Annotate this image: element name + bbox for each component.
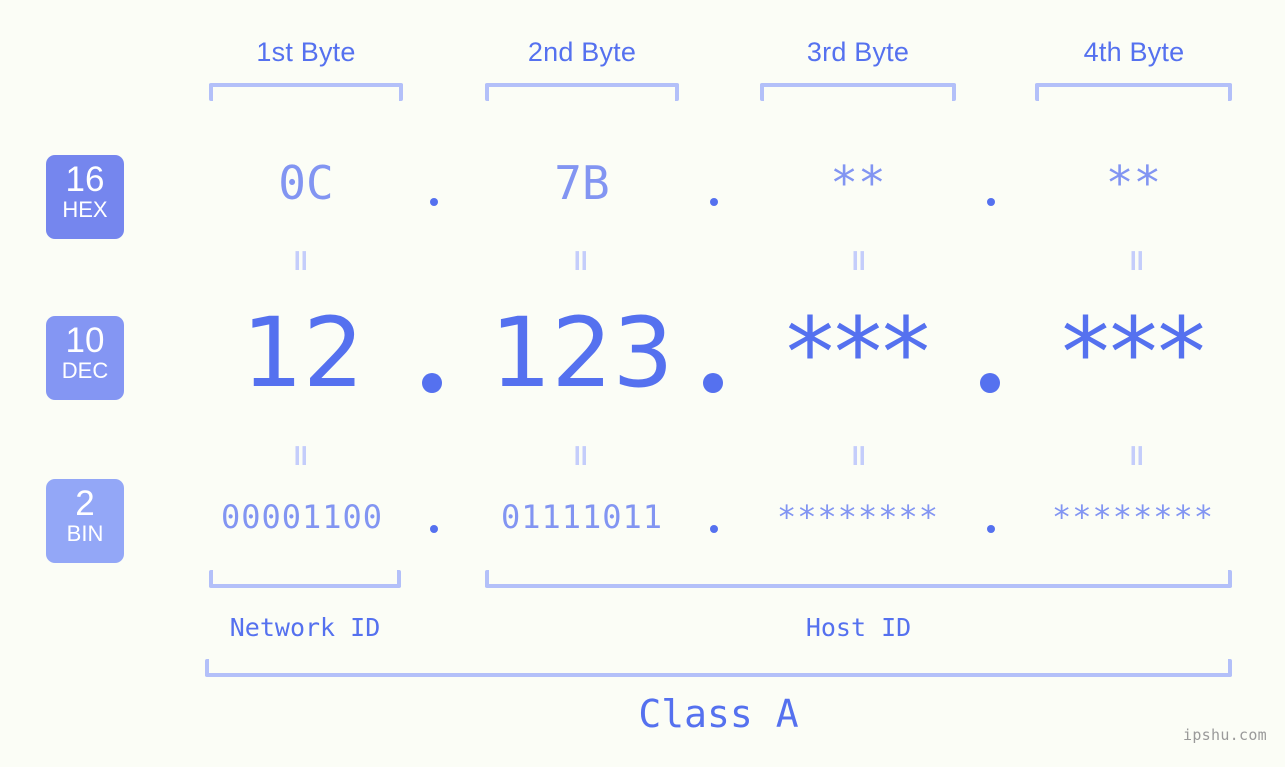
base-badge-hex-number: 16 <box>65 160 105 199</box>
base-badge-dec-abbr: DEC <box>61 358 109 383</box>
base-badge-bin-number: 2 <box>75 484 95 523</box>
bin-separator-dot-2 <box>710 525 718 533</box>
hex-value-byte-4: ** <box>1105 156 1162 210</box>
base-badge-bin-abbr: BIN <box>66 521 104 546</box>
byte-header-label-2: 2nd Byte <box>527 37 637 67</box>
dec-separator-dot-2 <box>703 373 723 393</box>
host-id-label: Host ID <box>805 613 912 642</box>
host-id-bracket <box>485 570 1232 588</box>
dec-value-byte-4: *** <box>1061 297 1206 409</box>
network-id-label: Network ID <box>229 613 381 642</box>
bin-value-byte-1: 00001100 <box>220 498 384 536</box>
dec-value-byte-1: 12 <box>241 297 365 409</box>
hex-separator-dot-3 <box>987 198 995 206</box>
equals-mark-dec-bin-3: = <box>841 443 876 469</box>
dec-separator-dot-3 <box>980 373 1000 393</box>
base-badge-bin: 2 BIN <box>46 479 124 563</box>
byte-bracket-3 <box>760 83 956 101</box>
equals-mark-dec-bin-1: = <box>283 443 318 469</box>
byte-header-label-3: 3rd Byte <box>806 37 910 67</box>
dec-value-byte-2: 123 <box>490 297 674 409</box>
bin-separator-dot-3 <box>987 525 995 533</box>
hex-separator-dot-1 <box>430 198 438 206</box>
base-badge-hex-abbr: HEX <box>62 197 108 222</box>
hex-value-byte-3: ** <box>830 156 886 210</box>
equals-mark-hex-dec-3: = <box>841 248 876 274</box>
hex-value-byte-1: 0C <box>278 156 334 210</box>
base-badge-dec-number: 10 <box>65 321 105 360</box>
site-watermark: ipshu.com <box>1183 726 1267 744</box>
hex-value-byte-2: 7B <box>554 156 610 210</box>
ip-address-breakdown-diagram: 1st Byte 2nd Byte 3rd Byte 4th Byte 16 H… <box>0 0 1285 767</box>
bin-value-byte-3: ******** <box>776 498 940 536</box>
bin-value-byte-2: 01111011 <box>500 498 664 536</box>
hex-separator-dot-2 <box>710 198 718 206</box>
byte-bracket-4 <box>1035 83 1232 101</box>
bin-value-byte-4: ******** <box>1051 498 1215 536</box>
base-badge-dec: 10 DEC <box>46 316 124 400</box>
bin-separator-dot-1 <box>430 525 438 533</box>
equals-mark-dec-bin-4: = <box>1119 443 1154 469</box>
equals-mark-dec-bin-2: = <box>563 443 598 469</box>
byte-bracket-1 <box>209 83 403 101</box>
equals-mark-hex-dec-1: = <box>283 248 318 274</box>
dec-separator-dot-1 <box>422 373 442 393</box>
dec-value-byte-3: *** <box>786 297 930 409</box>
base-badge-hex: 16 HEX <box>46 155 124 239</box>
byte-header-label-4: 4th Byte <box>1083 37 1185 67</box>
equals-mark-hex-dec-2: = <box>563 248 598 274</box>
equals-mark-hex-dec-4: = <box>1119 248 1154 274</box>
class-label: Class A <box>638 692 799 736</box>
class-bracket <box>205 659 1232 677</box>
network-id-bracket <box>209 570 401 588</box>
byte-header-label-1: 1st Byte <box>256 37 356 67</box>
byte-bracket-2 <box>485 83 679 101</box>
